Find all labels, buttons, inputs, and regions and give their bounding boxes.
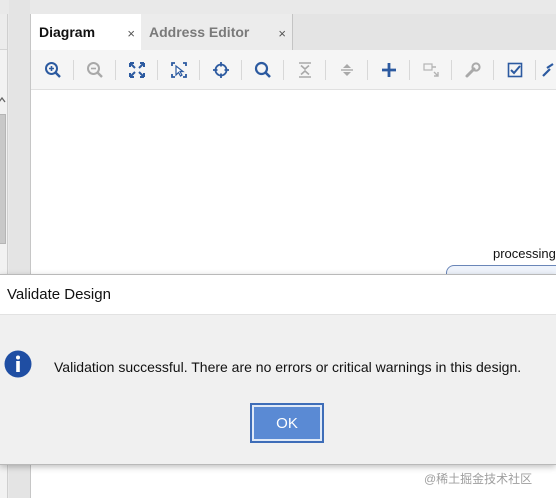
block-label: processing (493, 246, 556, 261)
watermark: @稀土掘金技术社区 (424, 472, 533, 486)
toolbar-separator (115, 60, 116, 80)
toolbar-separator (409, 60, 410, 80)
validate-design-dialog: Validate Design Validation successful. T… (0, 274, 556, 465)
fit-view-icon[interactable] (127, 60, 147, 80)
close-icon[interactable]: × (127, 26, 135, 41)
scroll-up-icon[interactable] (0, 96, 6, 104)
collapse-all-icon[interactable] (295, 60, 315, 80)
tab-diagram[interactable]: Diagram × (31, 14, 141, 50)
tab-bar: Diagram × Address Editor × (31, 14, 556, 50)
dialog-message: Validation successful. There are no erro… (54, 359, 522, 375)
properties-wrench-icon[interactable] (463, 60, 483, 80)
tab-address-editor-label: Address Editor (149, 24, 250, 40)
toolbar-separator (241, 60, 242, 80)
toolbar-separator (283, 60, 284, 80)
toolbar-separator (157, 60, 158, 80)
expand-all-icon[interactable] (337, 60, 357, 80)
close-icon[interactable]: × (278, 26, 286, 41)
diagram-toolbar (31, 50, 556, 90)
validate-design-icon[interactable] (505, 60, 525, 80)
more-icon[interactable] (541, 60, 556, 80)
tab-diagram-label: Diagram (39, 24, 96, 40)
toolbar-separator (535, 60, 536, 80)
toolbar-separator (451, 60, 452, 80)
zoom-fit-selection-icon[interactable] (169, 60, 189, 80)
add-ip-icon[interactable] (379, 60, 399, 80)
make-external-icon[interactable] (421, 60, 441, 80)
zoom-in-icon[interactable] (43, 60, 63, 80)
toolbar-separator (367, 60, 368, 80)
toolbar-separator (199, 60, 200, 80)
zoom-out-icon[interactable] (85, 60, 105, 80)
left-panel-scrollbar[interactable] (0, 114, 6, 244)
tab-address-editor[interactable]: Address Editor × (141, 14, 293, 50)
auto-connect-icon[interactable] (211, 60, 231, 80)
left-panel-header (0, 14, 7, 50)
toolbar-separator (73, 60, 74, 80)
info-icon (4, 350, 32, 378)
search-icon[interactable] (253, 60, 273, 80)
toolbar-separator (493, 60, 494, 80)
toolbar-separator (325, 60, 326, 80)
dialog-title: Validate Design (0, 275, 556, 315)
ok-button[interactable]: OK (250, 403, 324, 443)
app-window: Diagram × Address Editor × processing Va… (0, 0, 556, 498)
